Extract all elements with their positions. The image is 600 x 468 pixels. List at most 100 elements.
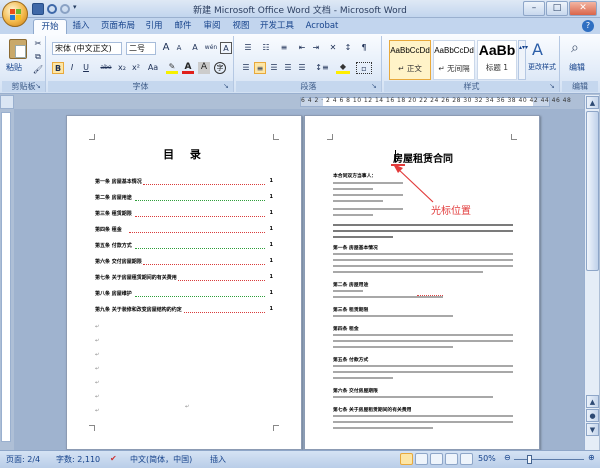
tab-references[interactable]: 引用	[143, 19, 165, 34]
binoculars-icon[interactable]: ⌕	[571, 40, 579, 56]
multilevel-list-icon[interactable]: ≡	[276, 42, 292, 54]
style-heading-1[interactable]: AaBb 标题 1	[477, 40, 517, 80]
proofing-icon[interactable]: ✔	[110, 454, 117, 463]
office-button[interactable]	[2, 1, 28, 27]
toc-item[interactable]: 第三条 租赁期限 1	[95, 210, 273, 218]
browse-object-icon[interactable]: ●	[586, 409, 599, 422]
change-case-button[interactable]: Aa	[146, 62, 160, 74]
sort-icon[interactable]: ↕	[342, 42, 354, 54]
paste-icon[interactable]	[9, 39, 27, 59]
font-size-select[interactable]: 二号	[126, 42, 156, 55]
style-normal[interactable]: AaBbCcDd ↵ 正文	[389, 40, 431, 80]
scroll-up-icon[interactable]: ▲	[586, 96, 599, 109]
vertical-ruler[interactable]	[1, 112, 11, 442]
toc-item[interactable]: 第二条 房屋用途 1	[95, 194, 273, 202]
minimize-button[interactable]: –	[523, 1, 545, 16]
zoom-level[interactable]: 50%	[478, 454, 496, 463]
toc-item[interactable]: 第六条 交付房屋期限 1	[95, 258, 273, 266]
underline-button[interactable]: U	[80, 62, 92, 74]
horizontal-ruler[interactable]: 6 4 2 · 2 4 6 8 10 12 14 16 18 20 22 24 …	[300, 97, 571, 107]
char-shading-icon[interactable]: A	[198, 62, 210, 74]
page-2[interactable]: 房屋租赁合同 光标位置 本合同双方当事人： 第一条 房屋基本情况 第二条 房屋用…	[304, 115, 540, 450]
bullets-icon[interactable]: ☰	[240, 42, 256, 54]
subscript-button[interactable]: x₂	[116, 62, 128, 74]
shrink-font-button[interactable]: A	[173, 42, 185, 54]
scroll-thumb[interactable]	[586, 111, 599, 271]
tab-home[interactable]: 开始	[33, 19, 67, 34]
chinese-layout-icon[interactable]: ✕	[326, 42, 340, 54]
paragraph-launcher-icon[interactable]: ↘	[371, 82, 380, 91]
change-styles-icon[interactable]: A	[532, 40, 543, 59]
distributed-icon[interactable]: ☰	[296, 62, 308, 74]
tab-acrobat[interactable]: Acrobat	[302, 19, 342, 34]
align-left-icon[interactable]: ☰	[240, 62, 252, 74]
strikethrough-button[interactable]: abe	[98, 62, 114, 74]
highlight-icon[interactable]: ✎	[166, 62, 178, 74]
page-1[interactable]: 目 录 第一条 房屋基本情况 1 第二条 房屋用途 1 第三条 租赁期限 1 第四条 …	[66, 115, 302, 450]
document-area[interactable]: 目 录 第一条 房屋基本情况 1 第二条 房屋用途 1 第三条 租赁期限 1 第四条 …	[14, 109, 584, 450]
increase-indent-icon[interactable]: ⇥	[310, 42, 322, 54]
zoom-slider[interactable]	[514, 459, 584, 460]
toc-item[interactable]: 第七条 关于房屋租赁期间的有关费用 1	[95, 274, 273, 282]
styles-scroll[interactable]: ▴▾▾	[518, 40, 528, 80]
char-border-button[interactable]: A	[220, 42, 232, 54]
vertical-scrollbar[interactable]: ▲ ▲ ● ▼	[584, 95, 599, 450]
tab-view[interactable]: 视图	[230, 19, 252, 34]
copy-icon[interactable]: ⧉	[32, 51, 44, 63]
page-indicator[interactable]: 页面: 2/4	[6, 454, 40, 465]
enclose-char-icon[interactable]: 字	[214, 62, 226, 74]
format-painter-icon[interactable]: 🖌	[32, 64, 44, 76]
cut-icon[interactable]: ✂	[32, 38, 44, 50]
paste-button[interactable]: 粘贴	[6, 62, 22, 73]
close-button[interactable]: ✕	[569, 1, 597, 16]
show-marks-icon[interactable]: ¶	[358, 42, 370, 54]
help-icon[interactable]: ?	[582, 20, 594, 32]
insert-mode[interactable]: 插入	[210, 454, 226, 465]
line-spacing-icon[interactable]: ↕≡	[314, 62, 330, 74]
align-right-icon[interactable]: ☰	[268, 62, 280, 74]
ruler-toggle[interactable]	[0, 95, 14, 109]
font-name-select[interactable]: 宋体 (中文正文)	[52, 42, 122, 55]
justify-icon[interactable]: ☰	[282, 62, 294, 74]
tab-mailings[interactable]: 邮件	[172, 19, 194, 34]
language-indicator[interactable]: 中文(简体，中国)	[130, 454, 192, 465]
outline-view-icon[interactable]	[445, 453, 458, 465]
draft-view-icon[interactable]	[460, 453, 473, 465]
toc-item[interactable]: 第一条 房屋基本情况 1	[95, 178, 273, 186]
web-layout-view-icon[interactable]	[430, 453, 443, 465]
shading-icon[interactable]: ◆	[336, 62, 350, 74]
zoom-out-icon[interactable]: ⊖	[504, 453, 511, 462]
print-layout-view-icon[interactable]	[400, 453, 413, 465]
tab-page-layout[interactable]: 页面布局	[98, 19, 138, 34]
tab-insert[interactable]: 插入	[70, 19, 92, 34]
clipboard-launcher-icon[interactable]: ↘	[35, 82, 44, 91]
zoom-in-icon[interactable]: ⊕	[588, 453, 595, 462]
toc-item[interactable]: 第八条 房屋维护 1	[95, 290, 273, 298]
full-screen-view-icon[interactable]	[415, 453, 428, 465]
maximize-button[interactable]: □	[546, 1, 568, 16]
italic-button[interactable]: I	[66, 62, 78, 74]
align-center-icon[interactable]: ≡	[254, 62, 266, 74]
borders-icon[interactable]: ▫	[356, 62, 372, 74]
font-color-icon[interactable]: A	[182, 62, 194, 74]
word-count[interactable]: 字数: 2,110	[56, 454, 100, 465]
toc-item[interactable]: 第五条 付款方式 1	[95, 242, 273, 250]
decrease-indent-icon[interactable]: ⇤	[296, 42, 308, 54]
style-no-spacing[interactable]: AaBbCcDd ↵ 无间隔	[433, 40, 475, 80]
superscript-button[interactable]: x²	[130, 62, 142, 74]
bold-button[interactable]: B	[52, 62, 64, 74]
editing-button[interactable]: 编辑	[569, 62, 585, 73]
grow-font-button[interactable]: A	[160, 42, 172, 54]
change-styles-button[interactable]: 更改样式	[528, 62, 556, 72]
font-launcher-icon[interactable]: ↘	[223, 82, 232, 91]
toc-item[interactable]: 第四条 租金 1	[95, 226, 273, 234]
tab-developer[interactable]: 开发工具	[258, 19, 296, 34]
next-page-icon[interactable]: ▼	[586, 423, 599, 436]
prev-page-icon[interactable]: ▲	[586, 395, 599, 408]
tab-review[interactable]: 审阅	[201, 19, 223, 34]
zoom-knob[interactable]	[526, 455, 532, 464]
styles-launcher-icon[interactable]: ↘	[549, 82, 558, 91]
phonetic-guide-button[interactable]: wén	[203, 42, 219, 54]
numbering-icon[interactable]: ☷	[258, 42, 274, 54]
clear-format-button[interactable]: A	[189, 42, 201, 54]
